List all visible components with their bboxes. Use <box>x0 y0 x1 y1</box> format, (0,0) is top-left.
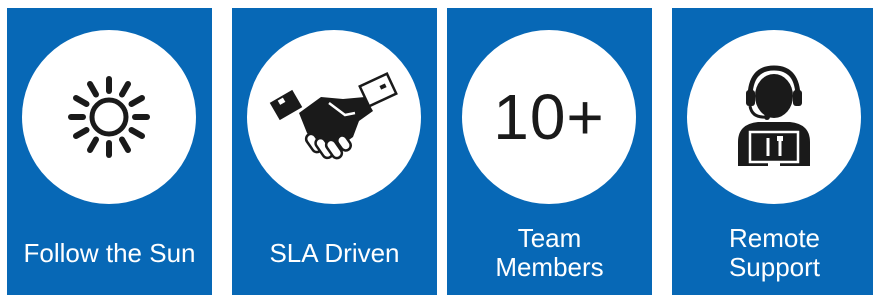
icon-circle <box>247 30 421 204</box>
card-label: SLA Driven <box>269 237 400 268</box>
feature-card-remote-support: Remote Support <box>672 8 873 295</box>
team-count: 10+ <box>493 81 605 153</box>
feature-card-sla-driven: SLA Driven <box>232 8 437 295</box>
icon-circle <box>687 30 861 204</box>
icon-circle <box>22 30 196 204</box>
card-label: Follow the Sun <box>23 237 196 268</box>
card-label: Team Members <box>495 223 604 282</box>
icon-circle: 10+ <box>462 30 636 204</box>
handshake-icon <box>269 72 398 160</box>
feature-card-follow-the-sun: Follow the Sun <box>7 8 212 295</box>
feature-card-team-members: 10+ Team Members <box>447 8 652 295</box>
card-label: Remote Support <box>728 223 821 282</box>
sun-icon <box>68 76 150 158</box>
support-agent-icon <box>738 65 810 166</box>
